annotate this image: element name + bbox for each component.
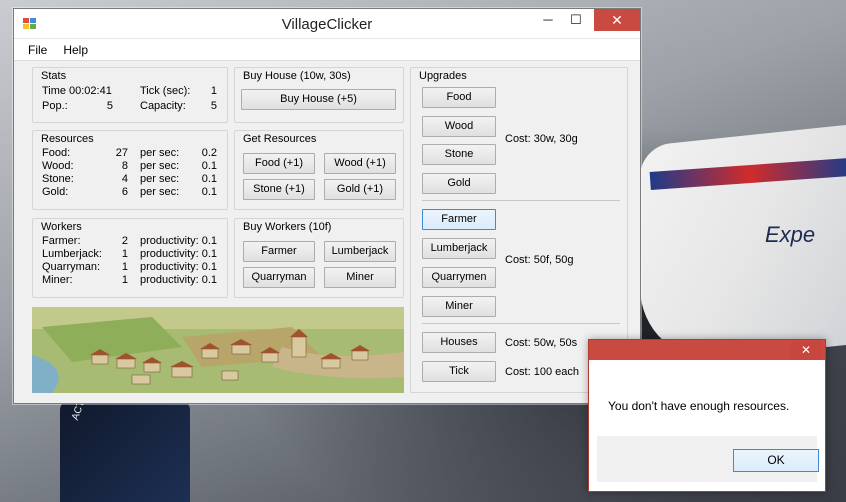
worker-upgrade-cost: Cost: 50f, 50g <box>505 254 574 266</box>
upgrades-title: Upgrades <box>419 70 467 82</box>
upgrade-food-button[interactable]: Food <box>422 87 496 108</box>
buy-lumberjack-button[interactable]: Lumberjack <box>324 241 396 262</box>
buy-quarryman-button[interactable]: Quarryman <box>243 267 315 288</box>
houses-upgrade-cost: Cost: 50w, 50s <box>505 337 578 349</box>
productivity-label: productivity: <box>140 248 199 260</box>
per-sec-label: per sec: <box>140 186 180 198</box>
upgrade-gold-button[interactable]: Gold <box>422 173 496 194</box>
dialog-body: You don't have enough resources. <box>597 371 817 436</box>
resource-name: Gold: <box>42 186 69 198</box>
upgrade-houses-button[interactable]: Houses <box>422 332 496 353</box>
worker-count: 1 <box>121 261 128 273</box>
main-window: VillageClicker ─ ☐ ✕ File Help Stats Tim… <box>13 8 641 404</box>
worker-productivity: 0.1 <box>201 248 217 260</box>
productivity-label: productivity: <box>140 274 199 286</box>
get-resources-group: Get Resources Food (+1) Wood (+1) Stone … <box>234 130 404 210</box>
worker-count: 2 <box>121 235 128 247</box>
time-value: 00:02:41 <box>69 85 112 97</box>
buy-house-button[interactable]: Buy House (+5) <box>241 89 396 110</box>
worker-productivity: 0.1 <box>201 261 217 273</box>
upgrade-lumberjack-button[interactable]: Lumberjack <box>422 238 496 259</box>
resource-rate: 0.1 <box>201 160 217 172</box>
stats-title: Stats <box>41 70 67 82</box>
get-resources-title: Get Resources <box>243 133 317 145</box>
menu-help[interactable]: Help <box>55 39 96 61</box>
upgrades-divider-2 <box>422 323 620 324</box>
buy-miner-button[interactable]: Miner <box>324 267 396 288</box>
resource-rate: 0.1 <box>201 173 217 185</box>
resources-title: Resources <box>41 133 94 145</box>
tick-value: 1 <box>210 85 217 97</box>
resource-amount: 27 <box>115 147 128 159</box>
dialog-message: You don't have enough resources. <box>608 399 790 413</box>
workers-group: Workers Farmer: 2 productivity: 0.1 Lumberja… <box>32 218 228 298</box>
upgrade-miner-button[interactable]: Miner <box>422 296 496 317</box>
menu-bar: File Help <box>14 39 640 61</box>
pop-value: 5 <box>106 100 113 112</box>
get-gold-button[interactable]: Gold (+1) <box>324 179 396 200</box>
productivity-label: productivity: <box>140 235 199 247</box>
upgrade-stone-button[interactable]: Stone <box>422 144 496 165</box>
resource-upgrade-cost: Cost: 30w, 30g <box>505 133 578 145</box>
per-sec-label: per sec: <box>140 160 180 172</box>
car-sponsor-text: Expe <box>765 222 816 247</box>
worker-name: Quarryman: <box>42 261 101 273</box>
productivity-label: productivity: <box>140 261 199 273</box>
pop-label: Pop.: <box>42 100 68 112</box>
upgrade-farmer-button[interactable]: Farmer <box>422 209 496 230</box>
worker-productivity: 0.1 <box>201 274 217 286</box>
title-bar[interactable]: VillageClicker ─ ☐ ✕ <box>14 9 640 39</box>
maximize-button[interactable]: ☐ <box>556 9 596 31</box>
dialog-ok-button[interactable]: OK <box>733 449 819 472</box>
message-dialog: ✕ You don't have enough resources. OK <box>588 339 826 492</box>
upgrade-quarrymen-button[interactable]: Quarrymen <box>422 267 496 288</box>
upgrades-divider-1 <box>422 200 620 201</box>
resources-group: Resources Food: 27 per sec: 0.2 Wood: 8 per se… <box>32 130 228 210</box>
dialog-footer: OK <box>597 436 819 482</box>
upgrade-tick-button[interactable]: Tick <box>422 361 496 382</box>
resource-amount: 8 <box>121 160 128 172</box>
per-sec-label: per sec: <box>140 173 180 185</box>
buy-house-title: Buy House (10w, 30s) <box>243 70 351 82</box>
tick-upgrade-cost: Cost: 100 each <box>505 366 579 378</box>
worker-count: 1 <box>121 274 128 286</box>
capacity-value: 5 <box>210 100 217 112</box>
close-button[interactable]: ✕ <box>594 9 640 31</box>
resource-rate: 0.1 <box>201 186 217 198</box>
get-stone-button[interactable]: Stone (+1) <box>243 179 315 200</box>
resource-rate: 0.2 <box>201 147 217 159</box>
dialog-close-button[interactable]: ✕ <box>791 340 821 360</box>
get-wood-button[interactable]: Wood (+1) <box>324 153 396 174</box>
buy-house-group: Buy House (10w, 30s) Buy House (+5) <box>234 67 404 123</box>
dialog-title-bar[interactable]: ✕ <box>589 340 825 360</box>
capacity-label: Capacity: <box>140 100 186 112</box>
worker-name: Lumberjack: <box>42 248 102 260</box>
menu-file[interactable]: File <box>20 39 55 61</box>
resource-name: Food: <box>42 147 71 159</box>
upgrade-wood-button[interactable]: Wood <box>422 116 496 137</box>
get-food-button[interactable]: Food (+1) <box>243 153 315 174</box>
stats-group: Stats Time 00:02:41 Tick (sec): 1 Pop.: … <box>32 67 228 123</box>
worker-name: Farmer: <box>42 235 81 247</box>
buy-farmer-button[interactable]: Farmer <box>243 241 315 262</box>
worker-productivity: 0.1 <box>201 235 217 247</box>
worker-count: 1 <box>121 248 128 260</box>
buy-workers-title: Buy Workers (10f) <box>243 221 332 233</box>
per-sec-label: per sec: <box>140 147 180 159</box>
tick-label: Tick (sec): <box>140 85 191 97</box>
resource-amount: 6 <box>121 186 128 198</box>
time-label: Time <box>42 85 67 97</box>
resource-name: Wood: <box>42 160 74 172</box>
worker-name: Miner: <box>42 274 73 286</box>
workers-title: Workers <box>41 221 82 233</box>
village-picture <box>32 307 404 393</box>
resource-name: Stone: <box>42 173 74 185</box>
resource-amount: 4 <box>121 173 128 185</box>
buy-workers-group: Buy Workers (10f) Farmer Lumberjack Quar… <box>234 218 404 298</box>
